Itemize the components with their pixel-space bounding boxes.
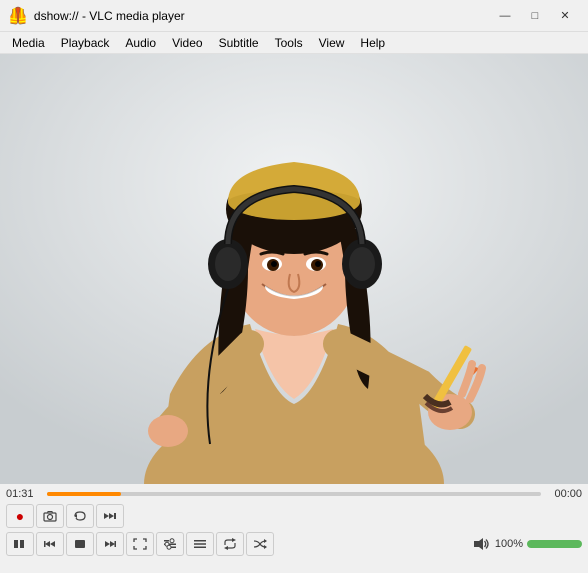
controls-area: 01:31 00:00 ● [0, 484, 588, 558]
close-button[interactable]: ✕ [550, 5, 580, 27]
fullscreen-button[interactable] [126, 532, 154, 556]
menu-playback[interactable]: Playback [53, 32, 118, 53]
next-button[interactable] [96, 532, 124, 556]
playlist-button[interactable] [186, 532, 214, 556]
snapshot-button[interactable] [36, 504, 64, 528]
window-title: dshow:// - VLC media player [34, 9, 490, 23]
menu-tools[interactable]: Tools [267, 32, 311, 53]
window-controls: — □ ✕ [490, 5, 580, 27]
extended-settings-button[interactable] [156, 532, 184, 556]
previous-button[interactable] [36, 532, 64, 556]
video-area [0, 54, 588, 484]
volume-fill [527, 540, 582, 548]
random-button[interactable] [246, 532, 274, 556]
menu-video[interactable]: Video [164, 32, 210, 53]
menu-media[interactable]: Media [4, 32, 53, 53]
menu-view[interactable]: View [311, 32, 353, 53]
timeline-row: 01:31 00:00 [0, 484, 588, 502]
progress-fill [47, 492, 121, 496]
play-pause-button[interactable] [6, 532, 34, 556]
maximize-button[interactable]: □ [520, 5, 550, 27]
title-bar: 🦺 dshow:// - VLC media player — □ ✕ [0, 0, 588, 32]
volume-icon [473, 537, 491, 551]
volume-area: 100% [473, 537, 582, 551]
remaining-time: 00:00 [547, 488, 582, 500]
progress-bar[interactable] [47, 492, 541, 496]
menu-bar: Media Playback Audio Video Subtitle Tool… [0, 32, 588, 54]
vlc-icon: 🦺 [8, 6, 28, 26]
stop-button[interactable] [66, 532, 94, 556]
transport-row-2: 100% [0, 530, 588, 558]
elapsed-time: 01:31 [6, 488, 41, 500]
volume-slider[interactable] [527, 540, 582, 548]
frame-by-frame-button[interactable] [96, 504, 124, 528]
menu-help[interactable]: Help [352, 32, 393, 53]
loop-button[interactable] [216, 532, 244, 556]
record-button[interactable]: ● [6, 504, 34, 528]
volume-label: 100% [495, 538, 523, 550]
loop-ab-button[interactable] [66, 504, 94, 528]
menu-subtitle[interactable]: Subtitle [211, 32, 267, 53]
menu-audio[interactable]: Audio [117, 32, 164, 53]
transport-row-1: ● [0, 502, 588, 530]
minimize-button[interactable]: — [490, 5, 520, 27]
